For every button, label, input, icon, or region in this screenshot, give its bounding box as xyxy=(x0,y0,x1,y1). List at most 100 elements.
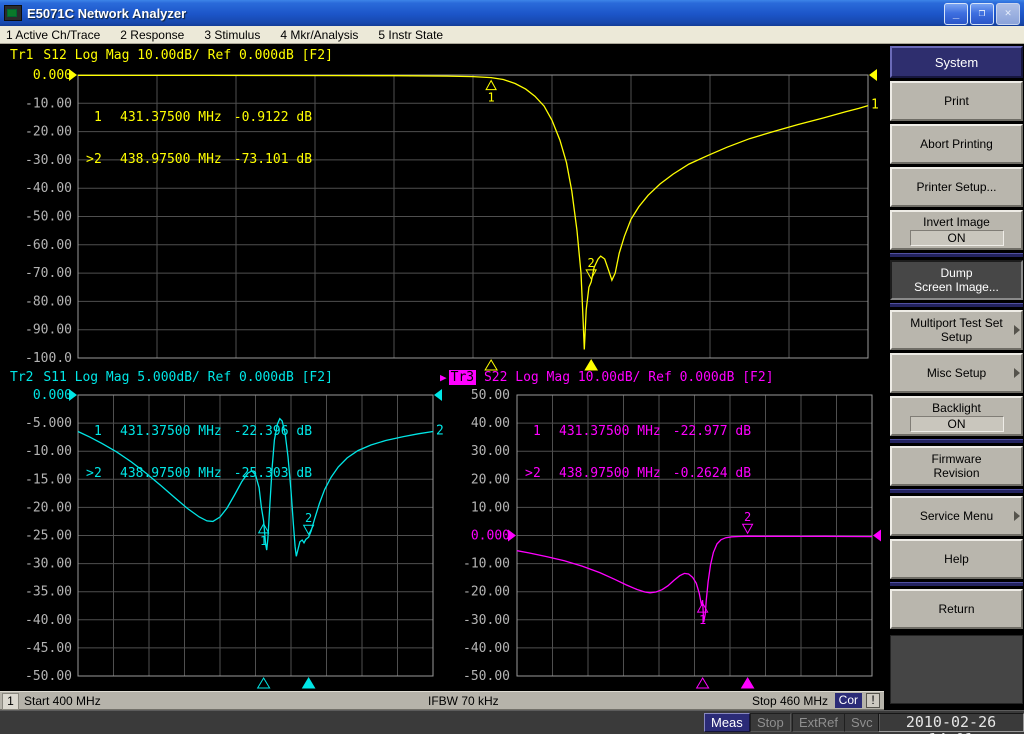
titlebar: E5071C Network Analyzer _ ❐ ✕ xyxy=(0,0,1024,26)
marker-glyph[interactable] xyxy=(741,523,754,535)
extref-indicator: ExtRef xyxy=(792,713,846,732)
trace3-marker-readout: 1 431.37500 MHz -22.977 dB >2 438.97500 MHz… xyxy=(525,397,751,509)
svg-text:-40.00: -40.00 xyxy=(463,641,510,656)
trace-end-label: 1 xyxy=(871,98,879,113)
softkey-backlight[interactable]: Backlight ON xyxy=(890,396,1023,436)
trace-end-label: 2 xyxy=(436,424,444,439)
softkey-abort-printing[interactable]: Abort Printing xyxy=(890,124,1023,164)
trace2-header: Tr2 S11 Log Mag 5.000dB/ Ref 0.000dB [F2… xyxy=(10,370,333,385)
marker1-readout: 1 431.37500 MHz -22.396 dB xyxy=(94,424,313,439)
svg-text:1: 1 xyxy=(260,534,267,548)
softkey-dump-screen-image[interactable]: Dump Screen Image... xyxy=(890,260,1023,300)
svg-text:50.00: 50.00 xyxy=(471,388,510,403)
trace2-name: Tr2 xyxy=(10,370,34,385)
menu-response[interactable]: 2 Response xyxy=(120,28,184,42)
marker-glyph[interactable] xyxy=(485,79,497,91)
close-button[interactable]: ✕ xyxy=(996,3,1020,25)
softkey-divider xyxy=(890,489,1023,493)
marker1-readout: 1 431.37500 MHz -0.9122 dB xyxy=(94,110,313,125)
trace1-name: Tr1 xyxy=(10,48,34,63)
ifbw-value: IFBW 70 kHz xyxy=(428,694,499,708)
menu-instr-state[interactable]: 5 Instr State xyxy=(378,28,443,42)
svg-text:-100.0: -100.0 xyxy=(25,351,72,366)
svg-text:-70.00: -70.00 xyxy=(25,266,72,281)
softkey-firmware-revision[interactable]: Firmware Revision xyxy=(890,446,1023,486)
svg-text:-60.00: -60.00 xyxy=(25,238,72,253)
stimulus-marker-triangle[interactable] xyxy=(484,359,498,371)
svg-text:-45.00: -45.00 xyxy=(25,641,72,656)
ref-level-arrow-right[interactable] xyxy=(869,69,877,81)
svg-text:-50.00: -50.00 xyxy=(25,669,72,684)
marker-glyph[interactable] xyxy=(585,269,598,280)
instrument-statusbar: Meas Stop ExtRef Svc 2010-02-26 14:01 xyxy=(0,710,1024,734)
stimulus-marker-triangle[interactable] xyxy=(584,359,599,371)
svg-text:0.000: 0.000 xyxy=(33,68,72,83)
channel-statusbar: 1 Start 400 MHz IFBW 70 kHz Stop 460 MHz… xyxy=(0,691,884,710)
restore-button[interactable]: ❐ xyxy=(970,3,994,25)
sweep-stop-indicator: Stop xyxy=(750,713,791,732)
svg-text:-15.00: -15.00 xyxy=(25,472,72,487)
submenu-arrow-icon xyxy=(1014,511,1020,521)
invert-image-state: ON xyxy=(909,229,1004,246)
svg-text:30.00: 30.00 xyxy=(471,444,510,459)
svg-text:-90.00: -90.00 xyxy=(25,323,72,338)
menu-stimulus[interactable]: 3 Stimulus xyxy=(204,28,260,42)
svg-text:-20.00: -20.00 xyxy=(463,585,510,600)
menu-active-ch-trace[interactable]: 1 Active Ch/Trace xyxy=(6,28,100,42)
svg-text:40.00: 40.00 xyxy=(471,416,510,431)
backlight-state: ON xyxy=(909,415,1004,432)
ref-level-arrow-right[interactable] xyxy=(873,529,881,542)
trace3-header: ▶ Tr3 S22 Log Mag 10.00dB/ Ref 0.000dB [F… xyxy=(440,370,774,385)
svg-text:-10.00: -10.00 xyxy=(463,557,510,572)
channel-number: 1 xyxy=(2,693,19,710)
softkey-printer-setup[interactable]: Printer Setup... xyxy=(890,167,1023,207)
softkey-invert-image[interactable]: Invert Image ON xyxy=(890,210,1023,250)
ref-level-arrow-left[interactable] xyxy=(508,529,516,542)
app-icon xyxy=(4,5,22,21)
svg-text:-5.000: -5.000 xyxy=(25,416,72,431)
stimulus-marker-triangle[interactable] xyxy=(695,677,710,689)
svg-text:1: 1 xyxy=(487,91,494,105)
svg-text:2: 2 xyxy=(305,511,312,525)
svg-text:-20.00: -20.00 xyxy=(25,125,72,140)
instrument-screen: E5071C Network Analyzer _ ❐ ✕ 1 Active C… xyxy=(0,0,1024,734)
softkey-sidebar: System Print Abort Printing Printer Setu… xyxy=(884,44,1024,710)
softkey-multiport-test-set-setup[interactable]: Multiport Test Set Setup xyxy=(890,310,1023,350)
stimulus-marker-triangle[interactable] xyxy=(256,677,271,689)
stimulus-marker-triangle[interactable] xyxy=(740,677,755,689)
trace1-header: Tr1 S12 Log Mag 10.00dB/ Ref 0.000dB [F2… xyxy=(10,48,333,63)
warning-indicator: ! xyxy=(866,693,880,708)
trace1-marker-readout: 1 431.37500 MHz -0.9122 dB >2 438.97500 MHz… xyxy=(86,83,312,195)
window-title: E5071C Network Analyzer xyxy=(27,5,187,21)
softkey-divider xyxy=(890,303,1023,307)
svg-text:-80.00: -80.00 xyxy=(25,294,72,309)
softkey-misc-setup[interactable]: Misc Setup xyxy=(890,353,1023,393)
svg-text:10.00: 10.00 xyxy=(471,500,510,515)
softkey-menu-title: System xyxy=(890,46,1023,78)
ref-level-arrow-left[interactable] xyxy=(69,389,77,401)
ref-level-arrow-right[interactable] xyxy=(434,389,442,401)
submenu-arrow-icon xyxy=(1014,325,1020,335)
svg-text:-30.00: -30.00 xyxy=(25,153,72,168)
softkey-empty-panel xyxy=(890,635,1023,704)
active-trace-arrow-icon: ▶ xyxy=(440,371,447,384)
menu-mkr-analysis[interactable]: 4 Mkr/Analysis xyxy=(280,28,358,42)
marker2-readout: >2 438.97500 MHz -73.101 dB xyxy=(86,152,313,167)
stimulus-marker-triangle[interactable] xyxy=(301,677,316,689)
submenu-arrow-icon xyxy=(1014,368,1020,378)
ref-level-arrow-left[interactable] xyxy=(69,69,77,81)
minimize-button[interactable]: _ xyxy=(944,3,968,25)
svg-text:-40.00: -40.00 xyxy=(25,181,72,196)
svg-text:0.000: 0.000 xyxy=(33,388,72,403)
svg-text:-20.00: -20.00 xyxy=(25,500,72,515)
svg-text:2: 2 xyxy=(588,256,595,270)
softkey-service-menu[interactable]: Service Menu xyxy=(890,496,1023,536)
trace3-name[interactable]: Tr3 xyxy=(448,370,477,385)
softkey-help[interactable]: Help xyxy=(890,539,1023,579)
meas-indicator: Meas xyxy=(704,713,750,732)
svg-text:-40.00: -40.00 xyxy=(25,613,72,628)
svg-text:-50.00: -50.00 xyxy=(463,669,510,684)
softkey-return[interactable]: Return xyxy=(890,589,1023,629)
svg-text:0.000: 0.000 xyxy=(471,529,510,544)
softkey-print[interactable]: Print xyxy=(890,81,1023,121)
